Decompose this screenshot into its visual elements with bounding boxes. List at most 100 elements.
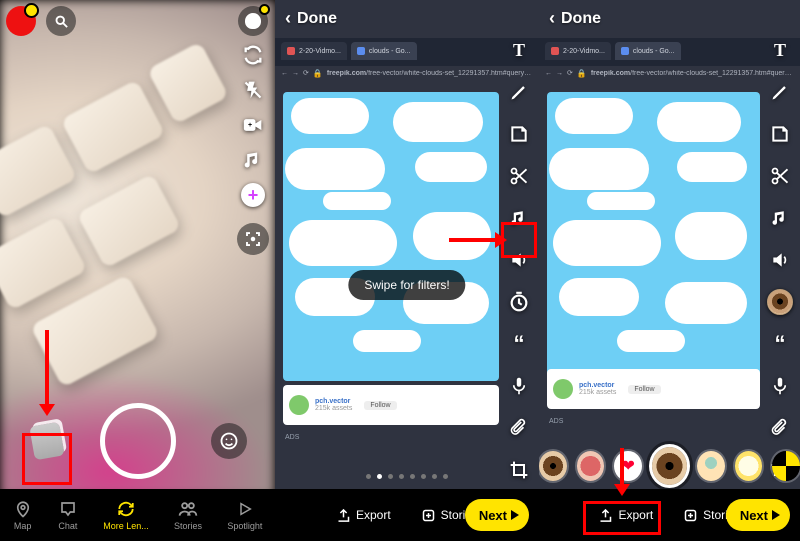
search-icon: [54, 14, 69, 29]
ads-label: ADS: [549, 418, 563, 425]
browser-tab[interactable]: clouds - Go...: [615, 42, 681, 60]
mic-icon: [510, 376, 528, 396]
export-button[interactable]: Export: [589, 502, 662, 529]
chevron-left-icon: ‹: [549, 8, 555, 29]
link-tool[interactable]: “: [505, 330, 533, 358]
browser-tabs: 2-20-Vidmo... clouds - Go...: [281, 40, 533, 62]
nav-map-label: Map: [14, 521, 32, 531]
filter-dots: [275, 474, 539, 479]
panel-editor-1: 2-20-Vidmo... clouds - Go... ←→⟳ 🔒 freep…: [275, 0, 539, 541]
pencil-icon: [509, 82, 529, 102]
video-button[interactable]: +: [238, 109, 268, 141]
sticker-icon: [509, 124, 529, 144]
music-tool[interactable]: [766, 204, 794, 232]
crop-tool[interactable]: [505, 456, 533, 484]
gallery-button[interactable]: [29, 422, 64, 461]
nav-spotlight-label: Spotlight: [227, 521, 262, 531]
flash-button[interactable]: [238, 74, 268, 106]
browser-tab[interactable]: clouds - Go...: [351, 42, 417, 60]
scissors-icon: [509, 166, 529, 186]
people-icon: [178, 499, 198, 519]
stories-icon: [421, 508, 436, 523]
text-tool[interactable]: T: [766, 36, 794, 64]
nav-stories-label: Stories: [174, 521, 202, 531]
lens-option[interactable]: ❤: [614, 451, 642, 481]
chevron-left-icon: ‹: [285, 8, 291, 29]
url-bar[interactable]: ←→⟳ 🔒 freepik.com/free-vector/white-clou…: [545, 64, 794, 82]
ads-label: ADS: [285, 434, 299, 441]
sticker-tool[interactable]: [505, 120, 533, 148]
browser-tab[interactable]: 2-20-Vidmo...: [281, 42, 347, 60]
voice-tool[interactable]: [505, 372, 533, 400]
play-icon: [235, 499, 255, 519]
nav-spotlight[interactable]: Spotlight: [227, 499, 262, 531]
voice-tool[interactable]: [766, 372, 794, 400]
add-tool-button[interactable]: +: [238, 179, 268, 211]
refresh-icon: [116, 499, 136, 519]
nav-chat[interactable]: Chat: [58, 499, 78, 531]
timer-tool[interactable]: [505, 288, 533, 316]
scan-button[interactable]: [237, 223, 269, 255]
video-icon: [243, 117, 263, 133]
profile-avatar[interactable]: [6, 6, 36, 36]
music-icon: [243, 150, 263, 170]
scissors-tool[interactable]: [505, 162, 533, 190]
shutter-button[interactable]: [100, 403, 176, 479]
lens-carousel[interactable]: ❤: [539, 447, 800, 485]
author-card[interactable]: pch.vector 215k assets Follow: [547, 369, 760, 409]
panel-camera: + + Map: [0, 0, 275, 541]
sticker-tool[interactable]: [766, 120, 794, 148]
smiley-icon: [219, 431, 239, 451]
paperclip-icon: [510, 418, 528, 438]
map-pin-icon: [13, 499, 33, 519]
done-button[interactable]: ‹ Done: [549, 8, 601, 29]
next-button[interactable]: Next: [465, 499, 529, 531]
link-tool[interactable]: “: [766, 330, 794, 358]
browser-tab[interactable]: 2-20-Vidmo...: [545, 42, 611, 60]
nav-map[interactable]: Map: [13, 499, 33, 531]
lens-option-current[interactable]: [652, 447, 687, 485]
bottom-nav: Map Chat More Len... Stories Spotlight: [0, 489, 275, 541]
chat-icon: [58, 499, 78, 519]
timer-icon: [508, 291, 530, 313]
editor-toolbar: T “: [505, 36, 533, 526]
author-avatar: [289, 395, 309, 415]
lens-option[interactable]: [577, 451, 605, 481]
draw-tool[interactable]: [766, 78, 794, 106]
next-button[interactable]: Next: [726, 499, 790, 531]
scissors-tool[interactable]: [766, 162, 794, 190]
music-button[interactable]: [238, 144, 268, 176]
lens-option[interactable]: [772, 451, 800, 481]
lens-option[interactable]: [697, 451, 725, 481]
nav-more-lenses[interactable]: More Len...: [103, 499, 149, 531]
follow-button[interactable]: Follow: [628, 385, 660, 394]
lens-option[interactable]: [735, 451, 763, 481]
attach-tool[interactable]: [766, 414, 794, 442]
lock-icon: 🔒: [313, 69, 323, 78]
text-tool[interactable]: T: [505, 36, 533, 64]
flash-off-icon: [243, 80, 263, 100]
nav-chat-label: Chat: [58, 521, 77, 531]
export-button[interactable]: Export: [327, 502, 400, 529]
sound-tool[interactable]: [766, 246, 794, 274]
applied-lens-tool[interactable]: [766, 288, 794, 316]
done-button[interactable]: ‹ Done: [285, 8, 337, 29]
url-bar[interactable]: ←→⟳ 🔒 freepik.com/free-vector/white-clou…: [281, 64, 533, 82]
sound-tool[interactable]: [505, 246, 533, 274]
lens-option[interactable]: [539, 451, 567, 481]
attach-tool[interactable]: [505, 414, 533, 442]
music-icon: [510, 209, 528, 227]
nav-stories[interactable]: Stories: [174, 499, 202, 531]
add-friend-button[interactable]: [238, 6, 268, 36]
search-button[interactable]: [46, 6, 76, 36]
eye-lens-icon: [767, 289, 793, 315]
hint-toast: Swipe for filters!: [348, 270, 465, 300]
flip-camera-button[interactable]: [238, 39, 268, 71]
lock-icon: 🔒: [577, 69, 587, 78]
music-tool[interactable]: [505, 204, 533, 232]
draw-tool[interactable]: [505, 78, 533, 106]
follow-button[interactable]: Follow: [364, 401, 396, 410]
lens-button[interactable]: [211, 423, 247, 459]
quote-icon: “: [514, 331, 525, 357]
author-card[interactable]: pch.vector 215k assets Follow: [283, 385, 499, 425]
